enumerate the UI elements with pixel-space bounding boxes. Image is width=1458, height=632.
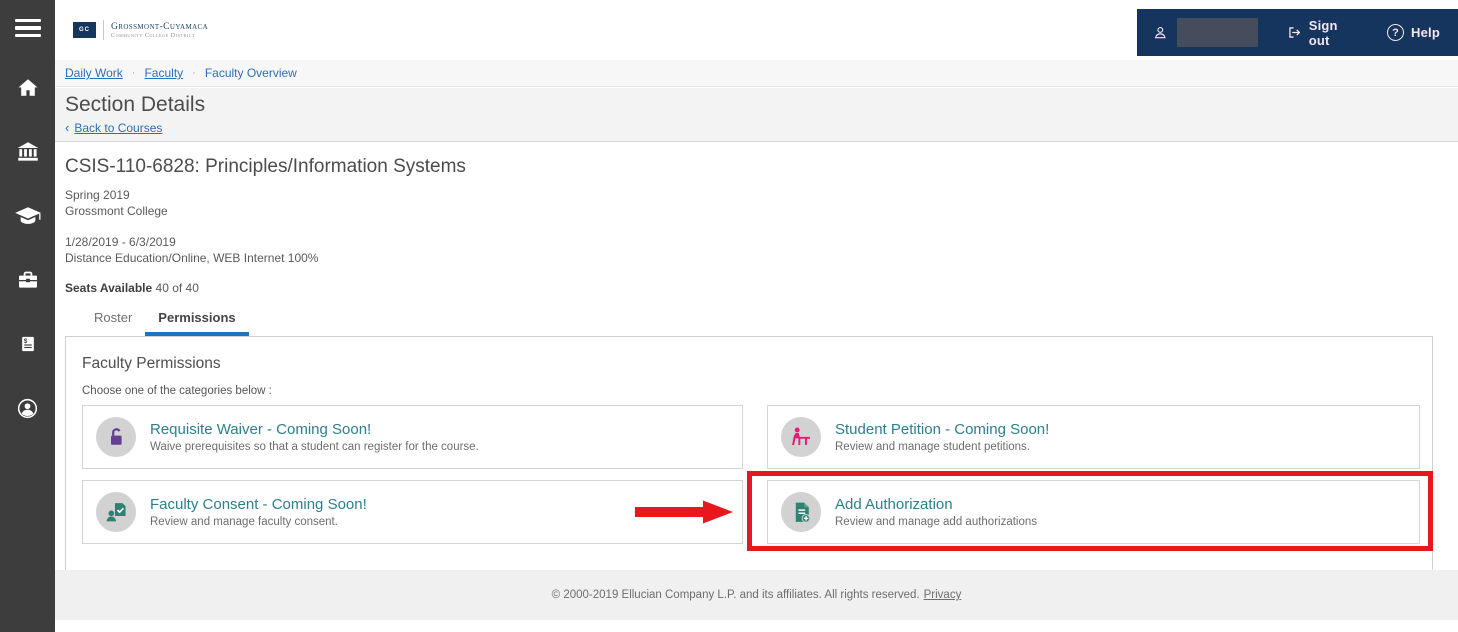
tab-bar: Roster Permissions: [81, 306, 1458, 336]
icon-circle: [96, 417, 136, 457]
faculty-permissions-panel: Faculty Permissions Choose one of the ca…: [65, 336, 1433, 571]
card-title: Faculty Consent - Coming Soon!: [150, 496, 367, 513]
sidebar-item-daily-work[interactable]: [0, 248, 55, 312]
sidebar-item-academics[interactable]: [0, 184, 55, 248]
course-dates: 1/28/2019 - 6/3/2019: [65, 235, 176, 249]
graduation-cap-icon: [14, 207, 41, 224]
sidebar-item-billing[interactable]: $: [0, 312, 55, 376]
account-bar: Sign out ? Help: [1137, 9, 1458, 56]
menu-icon: [14, 18, 41, 38]
top-header: GC Grossmont-Cuyamaca Community College …: [55, 0, 1458, 60]
breadcrumb: Daily Work · Faculty · Faculty Overview: [55, 60, 1458, 87]
back-link-label: Back to Courses: [74, 120, 163, 135]
card-student-petition[interactable]: Student Petition - Coming Soon! Review a…: [767, 405, 1420, 469]
sign-out-button[interactable]: Sign out: [1287, 18, 1350, 48]
back-to-courses-link[interactable]: ‹ Back to Courses: [65, 120, 162, 135]
card-title: Add Authorization: [835, 496, 953, 513]
sign-out-label: Sign out: [1308, 17, 1338, 48]
page-title: Section Details: [65, 93, 206, 116]
seats-available: Seats Available 40 of 40: [65, 281, 1458, 295]
district-logo: GC Grossmont-Cuyamaca Community College …: [73, 20, 208, 40]
institution-icon: [17, 142, 38, 161]
card-faculty-consent[interactable]: Faculty Consent - Coming Soon! Review an…: [82, 480, 743, 544]
breadcrumb-separator: ·: [131, 67, 136, 79]
billing-document-icon: $: [21, 336, 34, 352]
sign-out-icon: [1289, 27, 1301, 38]
breadcrumb-separator: ·: [192, 67, 196, 79]
course-modality: Distance Education/Online, WEB Internet …: [65, 251, 319, 265]
card-description: Review and manage faculty consent.: [150, 516, 338, 528]
icon-circle: [781, 492, 821, 532]
briefcase-icon: [18, 271, 37, 288]
card-description: Review and manage student petitions.: [835, 441, 1030, 453]
svg-text:$: $: [23, 338, 27, 345]
sidebar-item-home[interactable]: [0, 56, 55, 120]
card-requisite-waiver[interactable]: Requisite Waiver - Coming Soon! Waive pr…: [82, 405, 743, 469]
tab-permissions[interactable]: Permissions: [145, 306, 249, 336]
logo-mark: GC: [73, 22, 96, 38]
sidebar-nav: $: [0, 0, 55, 632]
sidebar-item-user-options[interactable]: [0, 376, 55, 440]
unlock-icon: [111, 428, 122, 445]
person-icon: [1154, 26, 1166, 39]
card-title: Requisite Waiver - Coming Soon!: [150, 421, 372, 438]
card-title: Student Petition - Coming Soon!: [835, 421, 1050, 438]
red-annotation-arrow: [635, 500, 733, 524]
chevron-left-icon: ‹: [65, 120, 70, 135]
logo-line2: Community College District: [111, 32, 196, 39]
page-footer: © 2000-2019 Ellucian Company L.P. and it…: [55, 570, 1458, 620]
permission-card-grid: Requisite Waiver - Coming Soon! Waive pr…: [82, 405, 1433, 551]
privacy-link[interactable]: Privacy: [924, 589, 962, 601]
application-window: $ GC Grossmont-Cuyamaca Community Colleg…: [0, 0, 1458, 632]
breadcrumb-daily-work[interactable]: Daily Work: [65, 66, 123, 80]
course-term: Spring 2019: [65, 188, 130, 202]
help-label: Help: [1411, 25, 1440, 40]
tab-roster[interactable]: Roster: [81, 306, 145, 336]
student-desk-icon: [792, 427, 810, 445]
course-title: CSIS-110-6828: Principles/Information Sy…: [65, 156, 466, 177]
user-name-redacted[interactable]: [1176, 18, 1259, 47]
sidebar-item-institution[interactable]: [0, 120, 55, 184]
card-description: Review and manage add authorizations: [835, 516, 1038, 528]
help-button[interactable]: ? Help: [1387, 24, 1440, 41]
card-description: Waive prerequisites so that a student ca…: [150, 441, 479, 453]
menu-toggle-button[interactable]: [0, 0, 55, 56]
user-circle-icon: [17, 398, 38, 418]
seats-value: 40 of 40: [155, 281, 199, 295]
panel-heading: Faculty Permissions: [82, 355, 221, 372]
help-icon: ?: [1387, 24, 1405, 41]
icon-circle: [781, 417, 821, 457]
breadcrumb-faculty[interactable]: Faculty: [144, 66, 183, 80]
add-document-icon: [795, 502, 810, 523]
logo-line1: Grossmont-Cuyamaca: [111, 21, 209, 32]
copyright-text: © 2000-2019 Ellucian Company L.P. and it…: [551, 589, 920, 601]
page-header: Section Details ‹ Back to Courses: [55, 88, 1458, 142]
icon-circle: [96, 492, 136, 532]
breadcrumb-faculty-overview: Faculty Overview: [204, 66, 297, 80]
course-college: Grossmont College: [65, 204, 168, 218]
consent-document-icon: [106, 502, 126, 521]
panel-instruction: Choose one of the categories below :: [82, 385, 272, 397]
logo-divider: [103, 20, 104, 40]
card-add-authorization[interactable]: Add Authorization Review and manage add …: [747, 471, 1433, 551]
main-content: CSIS-110-6828: Principles/Information Sy…: [55, 142, 1458, 571]
seats-label: Seats Available: [65, 281, 153, 295]
home-icon: [18, 79, 37, 96]
